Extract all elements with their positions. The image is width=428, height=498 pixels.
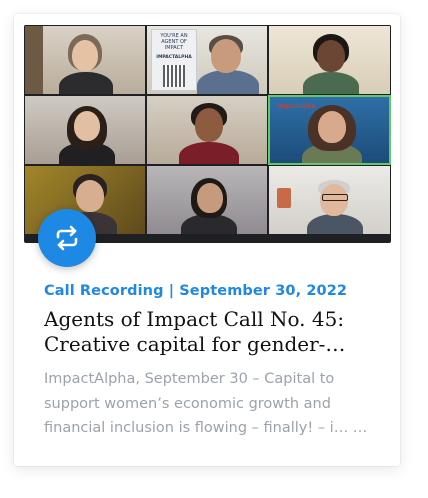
video-thumbnail[interactable]: YOU'RE AN AGENT OF IMPACT IMPACTALPHA im — [24, 25, 391, 243]
participant-tile — [268, 25, 391, 95]
tile-watermark: impactalpha — [278, 103, 316, 110]
recording-badge[interactable] — [38, 209, 96, 267]
poster-brand: IMPACTALPHA — [156, 55, 192, 60]
post-excerpt: ImpactAlpha, September 30 – Capital to s… — [44, 371, 368, 436]
qr-code-image — [163, 65, 185, 87]
participant-tile — [24, 95, 146, 165]
post-title[interactable]: Agents of Impact Call No. 45: Creative c… — [44, 307, 364, 357]
participant-tile — [268, 165, 391, 235]
participant-tile — [146, 95, 268, 165]
participant-tile — [24, 25, 146, 95]
participant-tile — [146, 165, 268, 235]
post-meta[interactable]: Call Recording | September 30, 2022 — [44, 283, 347, 299]
participant-tile-active-speaker: impactalpha — [268, 95, 391, 165]
poster-text: YOU'RE AN AGENT OF IMPACT — [160, 33, 188, 51]
repeat-icon — [56, 225, 78, 251]
event-poster: YOU'RE AN AGENT OF IMPACT IMPACTALPHA — [151, 29, 197, 91]
article-card[interactable]: YOU'RE AN AGENT OF IMPACT IMPACTALPHA im — [14, 14, 400, 466]
participant-tile: YOU'RE AN AGENT OF IMPACT IMPACTALPHA — [146, 25, 268, 95]
